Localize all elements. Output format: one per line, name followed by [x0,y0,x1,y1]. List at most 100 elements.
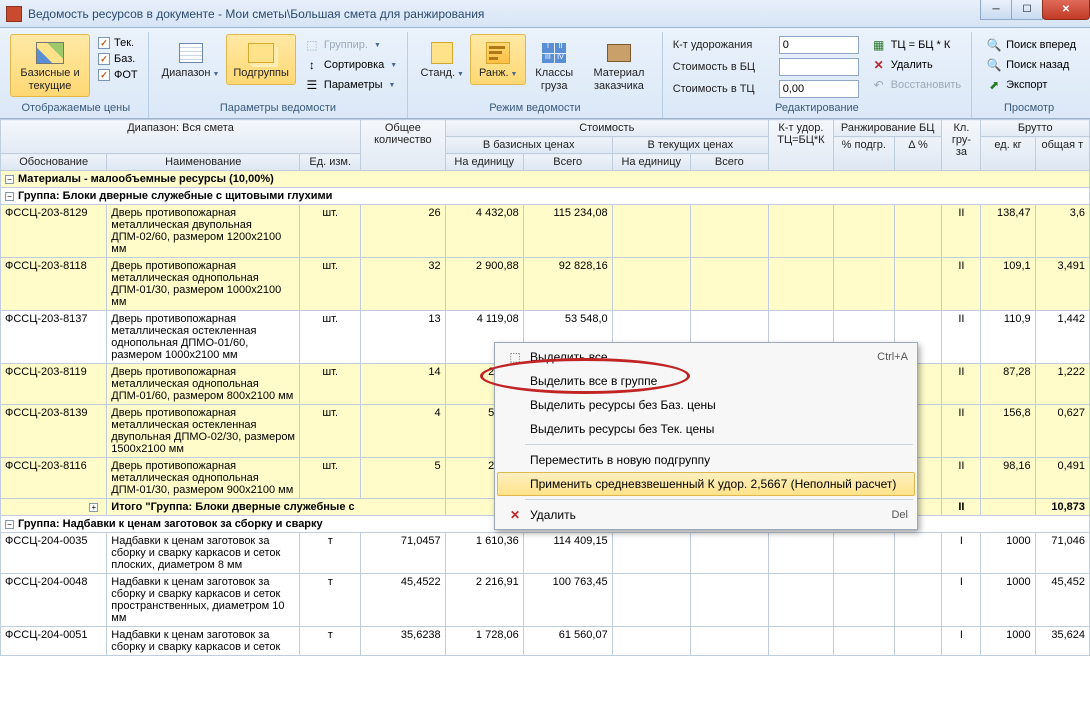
search-forward-button[interactable]: 🔍Поиск вперед [982,36,1080,54]
header-pct-group: % подгр. [833,137,894,171]
context-menu: ⬚ Выделить все Ctrl+A Выделить все в гру… [494,342,918,530]
ribbon-group-view-label: Просмотр [978,100,1080,116]
select-all-icon: ⬚ [504,350,526,364]
ribbon-group-edit-label: Редактирование [669,100,965,116]
menu-separator [525,499,913,500]
header-name: Наименование [107,154,300,171]
ribbon: Базисные и текущие ✓Тек. ✓Баз. ✓ФОТ Отоб… [0,28,1090,119]
mode-rank-button[interactable]: Ранж.▼ [470,34,526,85]
chevron-down-icon: ▼ [374,42,381,49]
prices-fot-checkbox[interactable]: ✓ФОТ [94,68,142,82]
header-total-c: Всего [690,154,768,171]
sort-button[interactable]: ↕Сортировка▼ [300,56,401,74]
formula-button[interactable]: ▦ТЦ = БЦ * К [867,36,965,54]
shortcut-label: Del [891,509,908,521]
prices-base-current-label: Базисные и текущие [17,67,83,92]
chevron-down-icon: ▼ [390,62,397,69]
menu-move-group[interactable]: Переместить в новую подгруппу [497,448,915,472]
collapse-icon[interactable]: − [5,175,14,184]
header-rank: Ранжирование БЦ [833,120,941,137]
params-icon: ☰ [304,77,320,93]
menu-select-no-base[interactable]: Выделить ресурсы без Баз. цены [497,393,915,417]
header-base-prices: В базисных ценах [445,137,612,154]
menu-delete[interactable]: ✕ Удалить Del [497,503,915,527]
cost-tc-label: Стоимость в ТЦ [673,83,773,95]
calc-icon: ▦ [871,37,887,53]
ribbon-group-mode-label: Режим ведомости [414,100,655,116]
table-row[interactable]: ФССЦ-203-8129Дверь противопожарная метал… [1,205,1090,258]
cost-bc-input[interactable] [779,58,859,76]
collapse-icon[interactable]: − [5,520,14,529]
prices-icon [36,42,64,64]
header-total-b: Всего [523,154,612,171]
cost-bc-label: Стоимость в БЦ [673,61,773,73]
collapse-icon[interactable]: − [5,192,14,201]
delete-button[interactable]: ✕Удалить [867,56,965,74]
chevron-down-icon: ▼ [511,71,518,78]
header-per-unit-c: На единицу [612,154,690,171]
group-row[interactable]: −Группа: Блоки дверные служебные с щитов… [1,188,1090,205]
header-ed-kg: ед. кг [981,137,1035,171]
sort-icon: ↕ [304,57,320,73]
header-range: Диапазон: Вся смета [1,120,361,154]
minimize-button[interactable]: ─ [980,0,1012,20]
menu-apply-avg[interactable]: Применить средневзвешенный К удор. 2,566… [497,472,915,496]
header-total-qty: Общее количество [361,120,446,171]
expand-icon[interactable]: + [89,503,98,512]
mode-classes-button[interactable]: IIIIIIIV Классы груза [526,34,582,97]
prices-baz-checkbox[interactable]: ✓Баз. [94,52,142,66]
range-button[interactable]: Диапазон▼ [155,34,227,85]
restore-button[interactable]: ↶Восстановить [867,76,965,94]
chevron-down-icon: ▼ [389,82,396,89]
ribbon-group-mode: Станд.▼ Ранж.▼ IIIIIIIV Классы груза Мат… [408,32,662,118]
delete-icon: ✕ [504,508,526,522]
header-class: Кл. гру-за [942,120,981,171]
rank-icon [486,42,510,64]
table-row[interactable]: ФССЦ-204-0035Надбавки к ценам заготовок … [1,533,1090,574]
header-per-unit-b: На единицу [445,154,523,171]
menu-separator [525,444,913,445]
prices-base-current-button[interactable]: Базисные и текущие [10,34,90,97]
header-total-t: общая т [1035,137,1089,171]
ribbon-group-edit: К-т удорожания Стоимость в БЦ Стоимость … [663,32,972,118]
search-forward-icon: 🔍 [986,37,1002,53]
menu-select-no-cur[interactable]: Выделить ресурсы без Тек. цены [497,417,915,441]
window-controls: ─ ☐ ✕ [981,0,1090,20]
table-row[interactable]: ФССЦ-203-8118Дверь противопожарная метал… [1,258,1090,311]
header-cost: Стоимость [445,120,768,137]
search-back-icon: 🔍 [986,57,1002,73]
shortcut-label: Ctrl+A [877,351,908,363]
export-button[interactable]: ⬈Экспорт [982,76,1080,94]
standard-icon [431,42,453,64]
maximize-button[interactable]: ☐ [1011,0,1043,20]
delete-icon: ✕ [871,57,887,73]
params-button[interactable]: ☰Параметры▼ [300,76,401,94]
group-button[interactable]: ⬚Группир.▼ [300,36,401,54]
table-row[interactable]: ФССЦ-204-0051Надбавки к ценам заготовок … [1,627,1090,656]
group-icon: ⬚ [304,37,320,53]
section-row[interactable]: −Материалы - малообъемные ресурсы (10,00… [1,171,1090,188]
header-cur-prices: В текущих ценах [612,137,768,154]
range-icon [179,43,203,63]
search-back-button[interactable]: 🔍Поиск назад [982,56,1080,74]
ribbon-group-params: Диапазон▼ Подгруппы ⬚Группир.▼ ↕Сортиров… [149,32,409,118]
cost-tc-input[interactable] [779,80,859,98]
menu-select-all[interactable]: ⬚ Выделить все Ctrl+A [497,345,915,369]
header-brutto: Брутто [981,120,1090,137]
mode-customer-button[interactable]: Материал заказчика [582,34,655,97]
classes-icon: IIIIIIIV [542,43,566,63]
header-unit: Ед. изм. [300,154,361,171]
header-kt: К-т удор. ТЦ=БЦ*К [768,120,833,171]
restore-icon: ↶ [871,77,887,93]
ribbon-group-view: 🔍Поиск вперед 🔍Поиск назад ⬈Экспорт Прос… [972,32,1086,118]
subgroups-button[interactable]: Подгруппы [226,34,296,85]
close-button[interactable]: ✕ [1042,0,1090,20]
header-delta-pct: Δ % [894,137,942,171]
app-icon [6,6,22,22]
subgroups-icon [248,43,274,63]
mode-standard-button[interactable]: Станд.▼ [414,34,470,85]
menu-select-group[interactable]: Выделить все в группе [497,369,915,393]
prices-tek-checkbox[interactable]: ✓Тек. [94,36,142,50]
kt-input[interactable] [779,36,859,54]
table-row[interactable]: ФССЦ-204-0048Надбавки к ценам заготовок … [1,574,1090,627]
